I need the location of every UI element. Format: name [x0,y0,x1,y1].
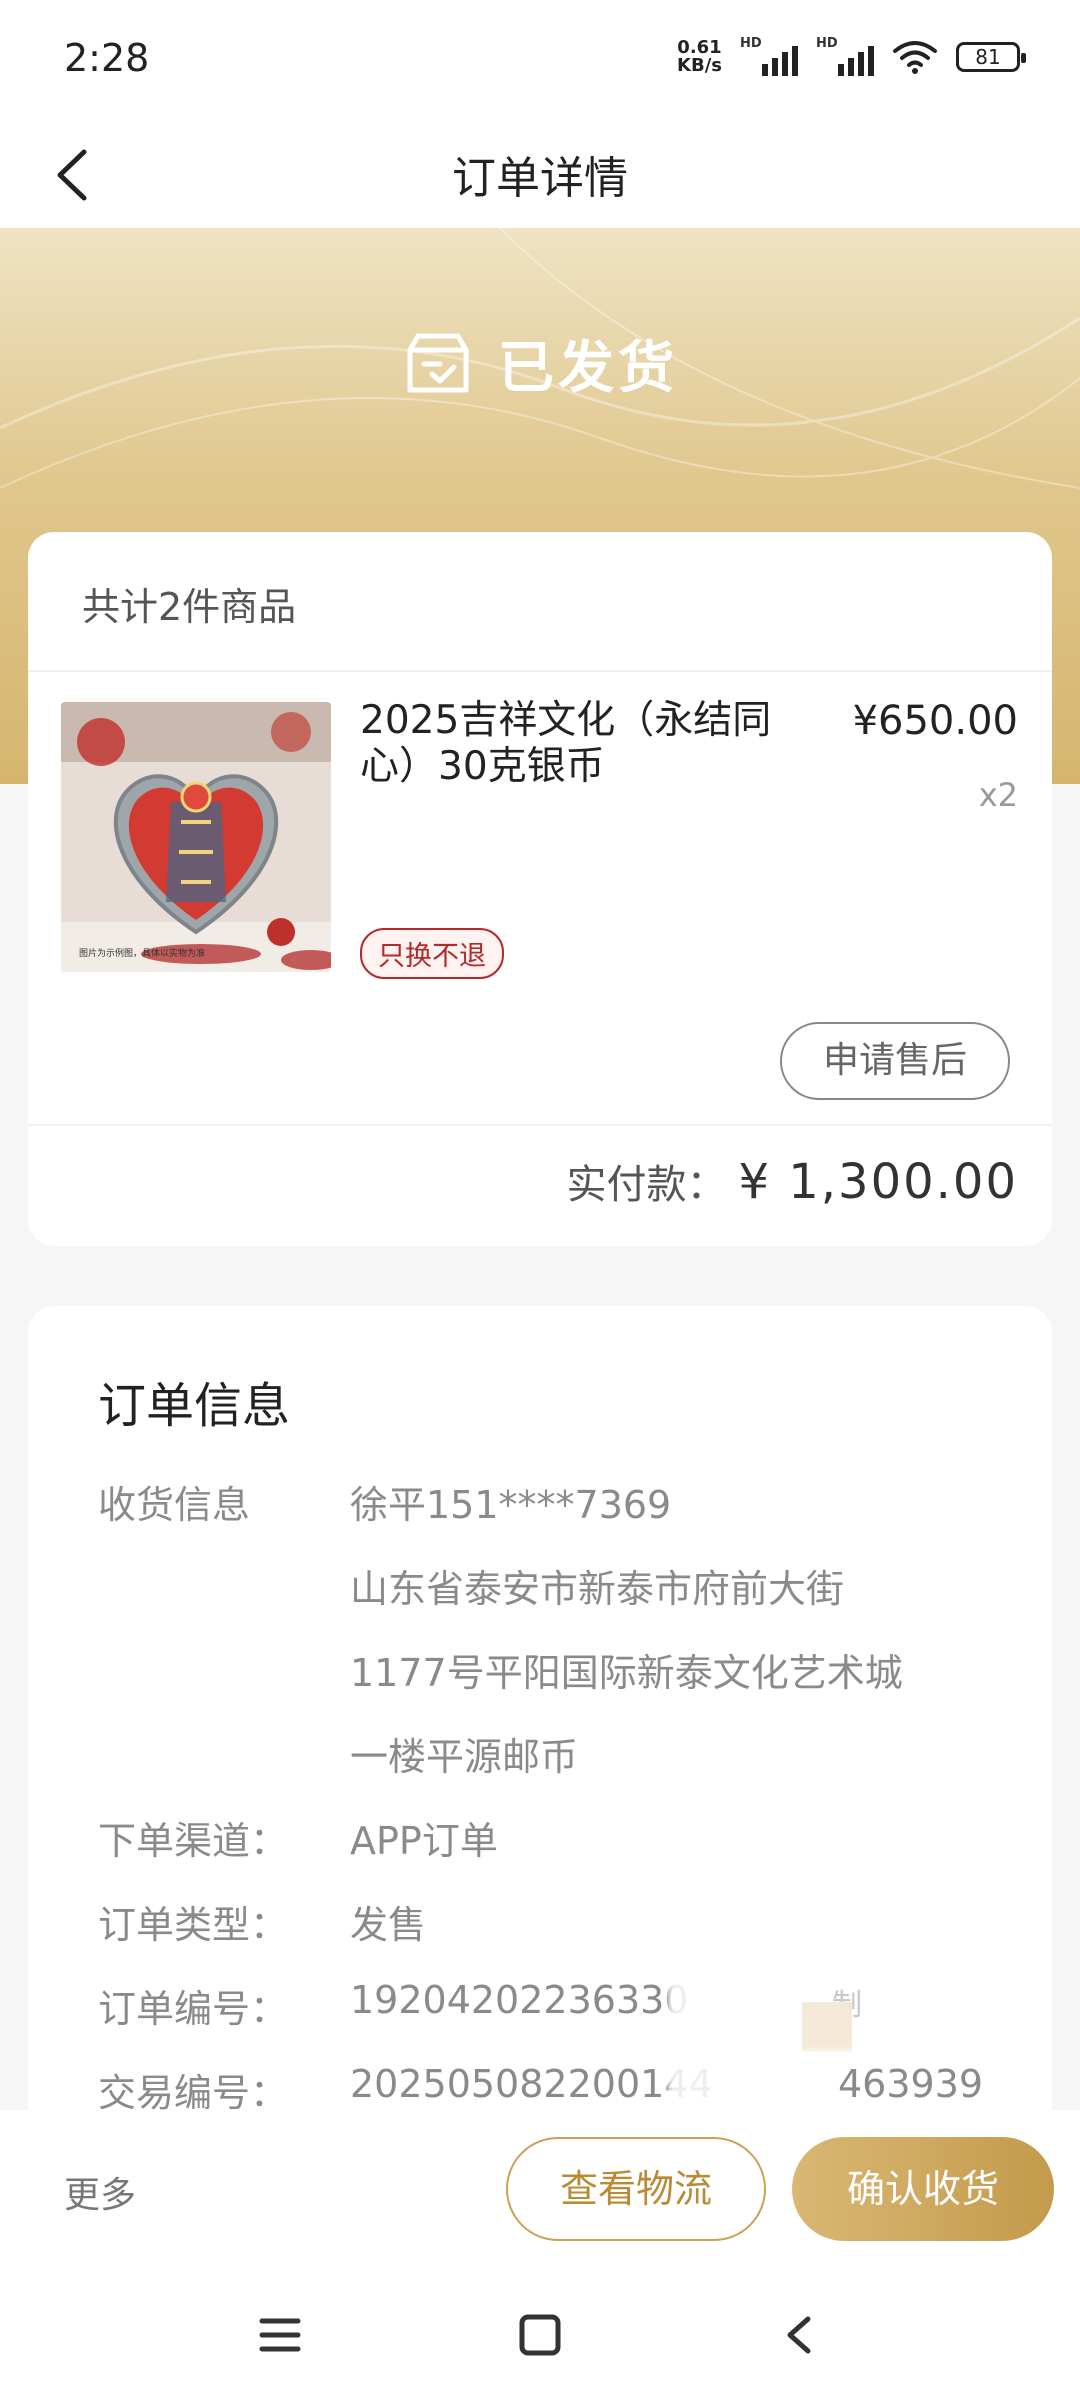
order-number-value: 19204202236330 [350,1978,689,2022]
square-home-icon [519,2314,561,2356]
page-title: 订单详情 [452,153,628,204]
bottom-action-bar: 更多 查看物流 确认收货 [0,2110,1080,2270]
order-type-value: 发售 [350,1903,427,1947]
channel-value: APP订单 [350,1819,498,1863]
order-status-text: 已发货 [498,336,678,401]
back-triangle-icon [787,2316,811,2354]
product-quantity: x2 [978,776,1018,814]
menu-nav-button[interactable] [250,2305,310,2365]
signal-icon-2: HD [816,36,874,76]
receiver-name-phone: 徐平151****7369 [350,1483,672,1527]
battery-icon: 81 [956,42,1026,72]
order-info-card: 订单信息 收货信息 徐平151****7369 山东省泰安市新泰市府前大街 11… [28,1306,1052,2206]
exchange-only-badge: 只换不退 [360,928,504,979]
net-speed-unit: KB/s [677,55,722,76]
receiver-label: 收货信息 [98,1483,251,1527]
order-type-label: 订单类型： [98,1903,289,1947]
trade-number-tail: 463939 [838,2062,984,2106]
hd-label-2: HD [816,36,838,51]
copy-highlight [802,2002,852,2052]
trade-number-label: 交易编号： [98,2071,289,2115]
coin-illustration [61,702,331,972]
signal-icon: HD [740,36,798,76]
hd-label: HD [740,36,762,51]
goods-count: 共计2件商品 [82,585,297,629]
order-info-title: 订单信息 [98,1378,291,1434]
menu-icon [259,2318,301,2352]
product-price: ¥650.00 [852,698,1018,744]
status-icons: 0.61 KB/s HD HD 81 [677,36,1026,76]
more-link[interactable]: 更多 [64,2166,136,2218]
net-speed: 0.61 KB/s [677,39,722,75]
product-image[interactable]: 图片为示例图，具体以实物为准 [61,702,331,972]
receiver-address-line: 一楼平源邮币 [350,1735,579,1779]
divider [28,1124,1052,1126]
home-nav-button[interactable] [510,2305,570,2365]
divider [28,670,1052,672]
paid-label: 实付款： [566,1162,727,1208]
system-nav-bar [0,2270,1080,2400]
paid-amount-row: 实付款： ¥ 1,300.00 [566,1152,1018,1210]
image-caption: 图片为示例图，具体以实物为准 [79,949,206,959]
status-time: 2:28 [64,36,150,80]
wifi-icon [893,41,937,74]
view-logistics-button[interactable]: 查看物流 [506,2137,766,2241]
goods-card: 共计2件商品 图片为示例图，具体以实物为准 2025吉祥文化（永结同心）30克银… [28,532,1052,1246]
apply-after-sale-button[interactable]: 申请售后 [780,1022,1010,1100]
order-number-label: 订单编号： [98,1987,289,2031]
back-nav-button[interactable] [770,2305,830,2365]
order-status-row: 已发货 [0,323,1080,404]
channel-label: 下单渠道： [98,1819,289,1863]
product-name[interactable]: 2025吉祥文化（永结同心）30克银币 [360,698,800,790]
trade-number-value: 202505082200144 [350,2062,713,2106]
confirm-receipt-button[interactable]: 确认收货 [792,2137,1054,2241]
receiver-address-line: 山东省泰安市新泰市府前大街 [350,1567,845,1611]
receiver-address-line: 1177号平阳国际新泰文化艺术城 [350,1651,903,1695]
paid-amount: ¥ 1,300.00 [738,1154,1018,1210]
package-check-icon [407,333,469,392]
status-bar: 2:28 0.61 KB/s HD HD 81 [0,0,1080,120]
nav-bar: 订单详情 [0,120,1080,228]
